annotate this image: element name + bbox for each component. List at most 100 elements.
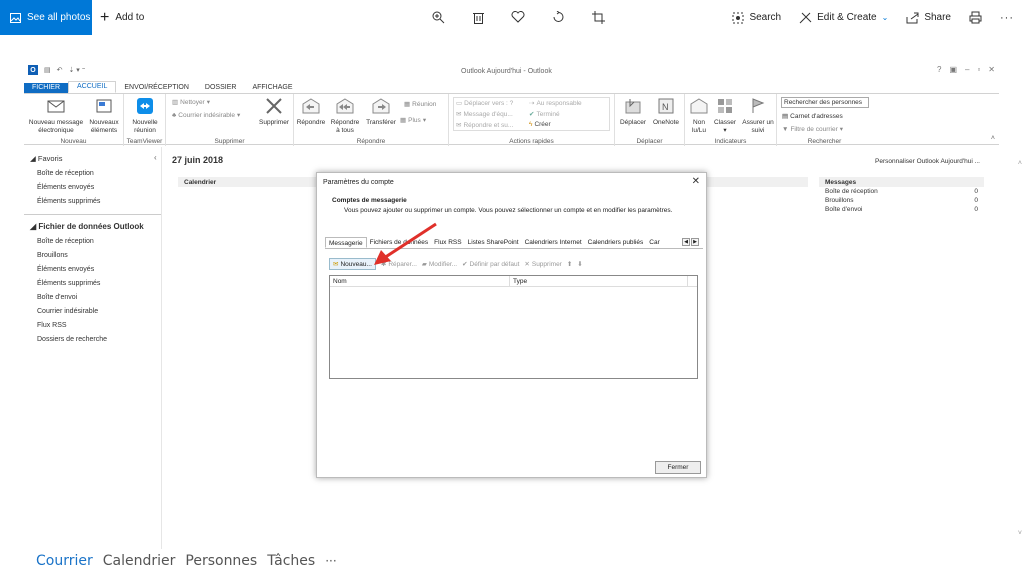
search-people-input[interactable]: Rechercher des personnes <box>781 97 869 108</box>
move-button[interactable]: Déplacer <box>617 98 649 127</box>
new-email-button[interactable]: Nouveau message électronique <box>26 98 86 135</box>
favorites-header[interactable]: ◢ Favoris <box>24 151 161 166</box>
customize-link[interactable]: Personnaliser Outlook Aujourd'hui ... <box>875 158 980 165</box>
see-all-photos-button[interactable]: See all photos <box>0 0 92 35</box>
new-meeting-button[interactable]: Nouvelle réunion <box>126 98 164 135</box>
folder-item[interactable]: Boîte de réception <box>24 166 161 180</box>
zoom-icon[interactable] <box>430 8 446 26</box>
undo-icon[interactable]: ↶ <box>57 66 63 74</box>
send-receive-icon[interactable]: ▤ <box>44 66 51 74</box>
folder-item[interactable]: Flux RSS <box>24 318 161 332</box>
help-icon[interactable]: ? <box>937 65 941 74</box>
collapse-pane-icon[interactable]: ‹ <box>154 153 157 162</box>
message-row[interactable]: Boîte de réception 0 <box>819 187 984 196</box>
nav-calendrier[interactable]: Calendrier <box>103 553 176 569</box>
new-items-button[interactable]: Nouveaux éléments <box>86 98 122 135</box>
quick-manager[interactable]: ⇢ Au responsable <box>529 99 582 108</box>
folder-item[interactable]: Courrier indésirable <box>24 304 161 318</box>
tab-calendriers-internet[interactable]: Calendriers Internet <box>522 237 585 248</box>
nav-more-icon[interactable]: ··· <box>325 554 336 568</box>
tab-calendriers-publies[interactable]: Calendriers publiés <box>585 237 647 248</box>
set-default-button[interactable]: ✔ Définir par défaut <box>462 260 519 269</box>
print-button[interactable] <box>969 11 982 24</box>
quick-team-email[interactable]: ✉ Message d'équ... <box>456 110 513 119</box>
dialog-close-icon[interactable]: ✕ <box>692 176 700 187</box>
filter-email-button[interactable]: ▼ Filtre de courrier ▾ <box>782 125 843 134</box>
message-row-label: Boîte de réception <box>825 188 878 195</box>
tab-messagerie[interactable]: Messagerie <box>325 237 367 248</box>
folder-item[interactable]: Éléments envoyés <box>24 262 161 276</box>
move-up-icon[interactable]: ⬆ <box>567 260 572 268</box>
edit-create-button[interactable]: Edit & Create ⌄ <box>799 12 888 24</box>
search-icon <box>732 12 744 23</box>
delete-button[interactable]: Supprimer <box>254 98 294 127</box>
nav-taches[interactable]: Tâches <box>267 553 315 569</box>
nettoyer-button[interactable]: ▥ Nettoyer ▾ <box>172 98 210 107</box>
more-icon[interactable]: ··· <box>1000 12 1014 24</box>
heart-icon[interactable] <box>510 8 526 26</box>
crop-icon[interactable] <box>590 8 606 26</box>
tab-accueil[interactable]: ACCUEIL <box>68 81 117 93</box>
new-email-label-1: Nouveau message <box>28 119 84 126</box>
delete-label: Supprimer <box>259 119 289 126</box>
quick-done[interactable]: ✔ Terminé <box>529 110 560 119</box>
unread-read-button[interactable]: Non lu/Lu <box>687 98 711 135</box>
move-folder-icon <box>625 99 641 114</box>
tab-sharepoint[interactable]: Listes SharePoint <box>465 237 522 248</box>
reply-button[interactable]: Répondre <box>296 98 326 127</box>
nav-personnes[interactable]: Personnes <box>185 553 257 569</box>
folder-item[interactable]: Éléments supprimés <box>24 194 161 208</box>
folder-item[interactable]: Éléments envoyés <box>24 180 161 194</box>
junk-button[interactable]: ♣ Courrier indésirable ▾ <box>172 111 240 120</box>
share-button[interactable]: Share <box>906 12 951 24</box>
quick-move-to[interactable]: ▭ Déplacer vers : ? <box>456 99 513 108</box>
tab-carnets[interactable]: Car <box>646 237 662 248</box>
follow-up-button[interactable]: Assurer un suivi <box>739 98 777 135</box>
message-row[interactable]: Boîte d'envoi 0 <box>819 205 984 214</box>
tab-envoi-reception[interactable]: ENVOI/RÉCEPTION <box>116 83 197 93</box>
nav-courrier[interactable]: Courrier <box>36 553 93 569</box>
tab-scroll-left-icon[interactable]: ◀ <box>682 238 690 246</box>
close-icon[interactable]: ✕ <box>988 65 995 74</box>
column-header-nom[interactable]: Nom <box>330 276 510 286</box>
maximize-icon[interactable]: ▫ <box>977 65 980 74</box>
meeting-reply-button[interactable]: ▦ Réunion <box>404 100 436 109</box>
data-file-header[interactable]: ◢ Fichier de données Outlook <box>24 219 161 234</box>
quick-reply-delete[interactable]: ✉ Répondre et su... <box>456 121 513 130</box>
filter-icon: ▼ <box>782 125 789 133</box>
scroll-down-icon[interactable]: ˅ <box>1018 530 1022 537</box>
remove-button[interactable]: ✕ Supprimer <box>524 260 561 269</box>
rotate-icon[interactable] <box>550 8 566 26</box>
tab-dossier[interactable]: DOSSIER <box>197 83 245 93</box>
message-row[interactable]: Brouillons 0 <box>819 196 984 205</box>
column-header-type[interactable]: Type <box>510 276 688 286</box>
tab-scroll-right-icon[interactable]: ▶ <box>691 238 699 246</box>
folder-item[interactable]: Éléments supprimés <box>24 276 161 290</box>
collapse-ribbon-icon[interactable]: ˄ <box>991 135 995 142</box>
move-down-icon[interactable]: ⬇ <box>577 260 582 268</box>
forward-button[interactable]: Transférer <box>364 98 398 127</box>
account-list[interactable]: Nom Type <box>329 275 698 379</box>
reply-all-button[interactable]: Répondre à tous <box>328 98 362 135</box>
search-button[interactable]: Search <box>732 12 781 24</box>
scroll-up-icon[interactable]: ˄ <box>1018 160 1022 167</box>
delete-icon[interactable] <box>470 8 486 26</box>
title-bar: O ▤ ↶ ⇣ ▾ ⁼ Outlook Aujourd'hui - Outloo… <box>24 61 999 81</box>
add-to-button[interactable]: + Add to <box>100 0 144 35</box>
folder-item[interactable]: Brouillons <box>24 248 161 262</box>
tab-affichage[interactable]: AFFICHAGE <box>244 83 300 93</box>
more-reply-button[interactable]: ▦ Plus ▾ <box>400 116 426 125</box>
minimize-icon[interactable]: – <box>965 65 969 74</box>
folder-item[interactable]: Dossiers de recherche <box>24 332 161 346</box>
tab-fichier[interactable]: FICHIER <box>24 83 68 93</box>
close-button[interactable]: Fermer <box>655 461 701 474</box>
folder-item[interactable]: Boîte de réception <box>24 234 161 248</box>
quick-create[interactable]: ϟ Créer <box>529 121 551 128</box>
address-book-button[interactable]: ▤ Carnet d'adresses <box>782 112 843 121</box>
quick-access-icon[interactable]: ⇣ ▾ ⁼ <box>69 66 86 74</box>
new-account-button[interactable]: ✉ Nouveau... <box>329 258 376 270</box>
onenote-button[interactable]: N OneNote <box>649 98 683 127</box>
categorize-button[interactable]: Classer ▾ <box>712 98 738 135</box>
folder-item[interactable]: Boîte d'envoi <box>24 290 161 304</box>
ribbon-options-icon[interactable]: ▣ <box>949 65 957 74</box>
